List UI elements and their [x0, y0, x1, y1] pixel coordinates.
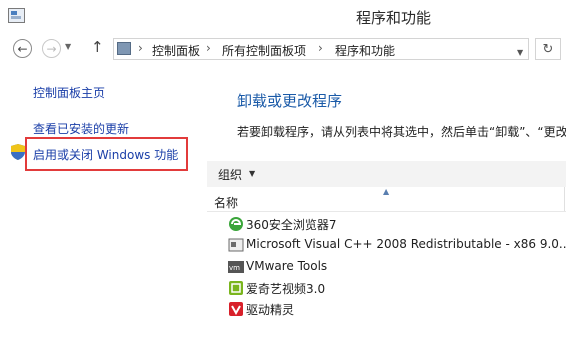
- list-item[interactable]: 爱奇艺视频3.0: [228, 278, 566, 298]
- breadcrumb-separator-icon[interactable]: ›: [138, 41, 143, 55]
- driver-genius-icon: [229, 302, 243, 316]
- 360-browser-icon: [229, 217, 243, 231]
- iqiyi-icon: [229, 281, 243, 295]
- program-name: 爱奇艺视频3.0: [246, 282, 326, 296]
- column-divider[interactable]: [564, 187, 565, 211]
- chevron-down-icon[interactable]: ▼: [249, 169, 255, 178]
- annotation-highlight-box: [25, 137, 188, 171]
- column-header: ▲ 名称: [207, 187, 566, 212]
- column-header-name[interactable]: 名称: [214, 194, 238, 211]
- organize-button[interactable]: 组织: [218, 166, 242, 183]
- forward-arrow-icon[interactable]: →: [42, 39, 61, 58]
- installer-icon: [228, 238, 244, 252]
- list-item[interactable]: vm VMware Tools: [228, 257, 566, 277]
- title-bar: 程序和功能: [0, 0, 566, 34]
- toolbar: 组织 ▼: [207, 161, 566, 187]
- sort-ascending-icon: ▲: [383, 187, 390, 196]
- up-arrow-icon[interactable]: ↑: [91, 38, 104, 56]
- svg-text:vm: vm: [229, 264, 240, 272]
- breadcrumb-separator-icon[interactable]: ›: [318, 41, 323, 55]
- view-installed-updates-link[interactable]: 查看已安装的更新: [33, 120, 129, 137]
- breadcrumb-separator-icon[interactable]: ›: [206, 41, 211, 55]
- program-name: VMware Tools: [246, 259, 328, 273]
- page-description: 若要卸载程序，请从列表中将其选中，然后单击“卸载”、“更改”: [237, 125, 566, 139]
- refresh-icon[interactable]: ↻: [535, 38, 561, 60]
- control-panel-home-link[interactable]: 控制面板主页: [33, 84, 105, 101]
- list-item[interactable]: 驱动精灵: [228, 299, 566, 319]
- program-name: Microsoft Visual C++ 2008 Redistributabl…: [246, 237, 566, 251]
- vmware-icon: vm: [228, 261, 244, 273]
- left-task-pane: 控制面板主页 查看已安装的更新 启用或关闭 Windows 功能: [0, 65, 200, 345]
- navigation-bar: ← → ▼ ↑ › 控制面板 › 所有控制面板项 › 程序和功能 ▼ ↻: [0, 35, 566, 63]
- control-panel-icon: [117, 42, 131, 55]
- program-name: 驱动精灵: [246, 303, 295, 317]
- page-title: 卸载或更改程序: [237, 92, 343, 110]
- window-title: 程序和功能: [356, 9, 432, 27]
- list-item[interactable]: Microsoft Visual C++ 2008 Redistributabl…: [228, 235, 566, 255]
- recent-locations-chevron-icon[interactable]: ▼: [65, 42, 71, 51]
- address-dropdown-icon[interactable]: ▼: [517, 48, 523, 57]
- breadcrumb-programs-features[interactable]: 程序和功能: [335, 42, 395, 59]
- breadcrumb-control-panel[interactable]: 控制面板: [152, 42, 200, 59]
- back-arrow-icon[interactable]: ←: [13, 39, 32, 58]
- breadcrumb-all-items[interactable]: 所有控制面板项: [222, 42, 306, 59]
- address-bar[interactable]: › 控制面板 › 所有控制面板项 › 程序和功能 ▼: [113, 38, 529, 60]
- program-name: 360安全浏览器7: [246, 218, 337, 232]
- control-panel-window-icon[interactable]: [8, 8, 25, 23]
- uac-shield-icon: [11, 144, 25, 160]
- list-item[interactable]: 360安全浏览器7: [228, 214, 566, 234]
